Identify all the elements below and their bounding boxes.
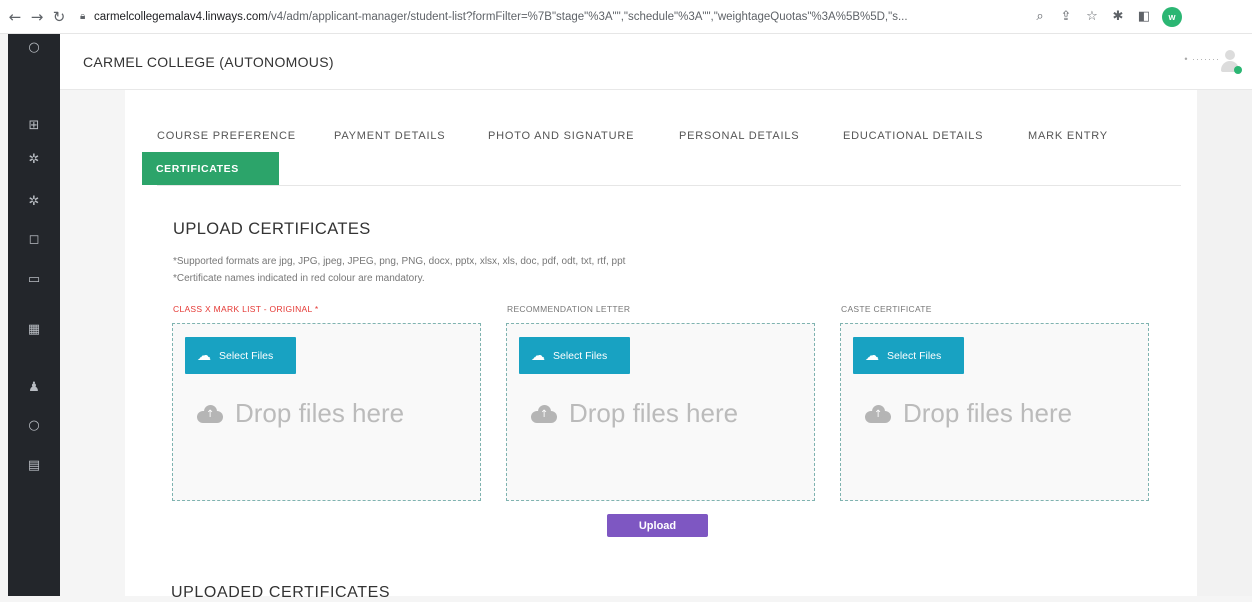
tab-personal-details[interactable]: PERSONAL DETAILS [679,130,799,142]
supported-formats-note: *Supported formats are jpg, JPG, jpeg, J… [173,256,626,267]
cloud-upload-icon: ☁ [531,347,545,364]
settings-cog-icon[interactable]: ✲ [8,194,60,209]
storage-icon[interactable]: ▤ [8,458,60,473]
select-files-label: Select Files [887,349,942,362]
user-avatar[interactable] [1220,50,1242,74]
user-name[interactable]: • ······· [1184,54,1220,64]
select-files-label: Select Files [553,349,608,362]
browser-toolbar: ← → ↻ 🔒︎ carmelcollegemalav4.linways.com… [0,0,1252,34]
url-host: carmelcollegemalav4.linways.com [94,10,268,23]
drop-files-text: Drop files here [235,398,405,428]
select-files-button[interactable]: ☁ Select Files [853,337,964,374]
cloud-upload-icon: ☁ [197,347,211,364]
upload-label-class-x: CLASS X MARK LIST - ORIGINAL * [173,304,319,314]
online-status-dot [1234,66,1242,74]
profile-avatar[interactable]: w [1162,6,1182,27]
forward-arrow-icon[interactable]: → [26,6,48,28]
share-icon[interactable]: ⇪ [1058,9,1074,24]
settings-gear-icon[interactable]: ✲ [8,152,60,167]
window-icon[interactable]: ▭ [8,272,60,287]
tab-photo-and-signature[interactable]: PHOTO AND SIGNATURE [488,130,634,142]
zoom-icon[interactable]: ⌕ [1032,9,1048,24]
drop-files-text: Drop files here [569,398,739,428]
content-card: COURSE PREFERENCE PAYMENT DETAILS PHOTO … [125,90,1197,601]
extensions-puzzle-icon[interactable]: ✱ [1110,9,1126,24]
circle-icon[interactable]: ○ [8,418,60,433]
select-files-label: Select Files [219,349,274,362]
reload-icon[interactable]: ↻ [48,6,70,28]
upload-label-recommendation: RECOMMENDATION LETTER [507,304,631,314]
dropzone-class-x[interactable]: ☁ Select Files ↑ Drop files here [172,323,481,501]
clipboard-icon[interactable]: ◻ [8,232,60,247]
select-files-button[interactable]: ☁ Select Files [519,337,630,374]
tab-mark-entry[interactable]: MARK ENTRY [1028,130,1108,142]
tab-course-preference[interactable]: COURSE PREFERENCE [157,130,296,142]
avatar-head [1225,50,1235,60]
drop-files-hint: ↑ Drop files here [865,398,1072,429]
modules-icon[interactable]: ▦ [8,322,60,337]
cloud-upload-icon: ↑ [865,404,891,423]
upload-button[interactable]: Upload [607,514,708,537]
dropzone-recommendation[interactable]: ☁ Select Files ↑ Drop files here [506,323,815,501]
mandatory-note: *Certificate names indicated in red colo… [173,273,425,284]
back-arrow-icon[interactable]: ← [4,6,26,28]
college-name: CARMEL COLLEGE (AUTONOMOUS) [83,54,334,70]
app-sidebar: ○ ⊞ ✲ ✲ ◻ ▭ ▦ ♟ ○ ▤ [8,34,60,596]
tab-bar: COURSE PREFERENCE PAYMENT DETAILS PHOTO … [142,126,1181,186]
dropzone-caste[interactable]: ☁ Select Files ↑ Drop files here [840,323,1149,501]
tab-payment-details[interactable]: PAYMENT DETAILS [334,130,445,142]
menu-circle-icon[interactable]: ○ [8,40,60,55]
section-title: UPLOAD CERTIFICATES [173,220,371,238]
uploaded-certificates-title: UPLOADED CERTIFICATES [171,584,391,601]
right-gutter [1197,90,1252,596]
bookmark-star-icon[interactable]: ☆ [1084,9,1100,24]
cloud-upload-icon: ↑ [197,404,223,423]
upload-label-caste: CASTE CERTIFICATE [841,304,932,314]
cloud-upload-icon: ↑ [531,404,557,423]
url-path: /v4/adm/applicant-manager/student-list?f… [267,10,908,23]
address-bar[interactable]: carmelcollegemalav4.linways.com/v4/adm/a… [94,11,1024,23]
drop-files-text: Drop files here [903,398,1073,428]
user-icon[interactable]: ♟ [8,380,60,395]
drop-files-hint: ↑ Drop files here [197,398,404,429]
app-header: CARMEL COLLEGE (AUTONOMOUS) • ······· [60,34,1252,90]
tab-certificates[interactable]: CERTIFICATES [142,152,279,185]
select-files-button[interactable]: ☁ Select Files [185,337,296,374]
cloud-upload-icon: ☁ [865,347,879,364]
drop-files-hint: ↑ Drop files here [531,398,738,429]
dashboard-grid-icon[interactable]: ⊞ [8,118,60,133]
lock-icon[interactable]: 🔒︎ [80,11,94,22]
tab-educational-details[interactable]: EDUCATIONAL DETAILS [843,130,983,142]
side-panel-icon[interactable]: ◧ [1136,9,1152,24]
